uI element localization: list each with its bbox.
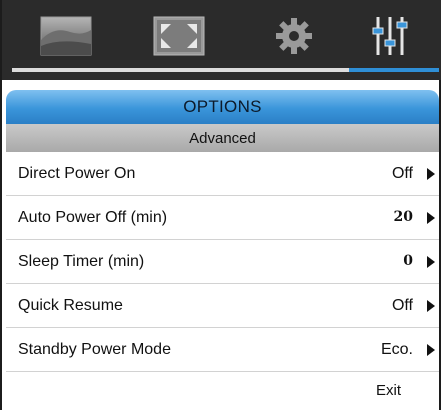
exit-button[interactable]: Exit <box>376 372 401 410</box>
menu-row-value: Off <box>391 297 413 314</box>
menu-row-sleep-timer[interactable]: Sleep Timer (min) 0 <box>6 240 439 284</box>
menu-row-label: Sleep Timer (min) <box>18 253 145 270</box>
menu-row-value: 20 <box>393 209 413 225</box>
tab-position-indicator <box>12 68 439 72</box>
chevron-right-icon <box>427 300 435 312</box>
tab-options[interactable] <box>357 14 423 58</box>
tab-position-fill <box>349 68 439 72</box>
exit-row: Exit <box>6 372 439 410</box>
menu-row-value: Eco. <box>380 341 413 358</box>
setup-gear-icon <box>276 18 312 54</box>
display-icon <box>153 16 205 56</box>
chevron-right-icon <box>427 168 435 180</box>
menu-row-label: Standby Power Mode <box>18 341 171 358</box>
chevron-right-icon <box>427 256 435 268</box>
menu-row-value: Off <box>391 165 413 182</box>
options-menu: Direct Power On Off Auto Power Off (min)… <box>6 152 439 372</box>
tab-image[interactable] <box>40 14 92 58</box>
chevron-right-icon <box>427 212 435 224</box>
menu-row-label: Auto Power Off (min) <box>18 209 168 226</box>
menu-row-auto-power-off[interactable]: Auto Power Off (min) 20 <box>6 196 439 240</box>
tab-bar <box>2 0 441 80</box>
page-title: OPTIONS <box>6 90 439 124</box>
chevron-right-icon <box>427 344 435 356</box>
menu-row-value: 0 <box>403 253 413 269</box>
page-subtitle: Advanced <box>6 124 439 152</box>
image-icon <box>40 16 92 56</box>
options-sliders-icon <box>372 17 408 55</box>
menu-row-label: Quick Resume <box>18 297 123 314</box>
menu-row-label: Direct Power On <box>18 165 136 182</box>
menu-row-standby-power-mode[interactable]: Standby Power Mode Eco. <box>6 328 439 372</box>
menu-row-direct-power-on[interactable]: Direct Power On Off <box>6 152 439 196</box>
tab-setup[interactable] <box>268 14 320 58</box>
osd-menu-window: OPTIONS Advanced Direct Power On Off Aut… <box>0 0 441 410</box>
menu-row-quick-resume[interactable]: Quick Resume Off <box>6 284 439 328</box>
tab-display[interactable] <box>153 14 205 58</box>
